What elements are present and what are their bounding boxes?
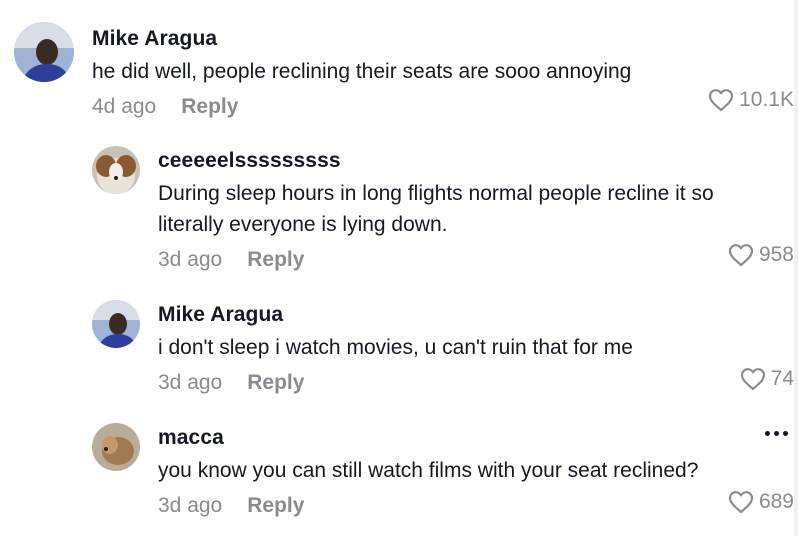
reply-item: macca you know you can still watch films…: [92, 423, 794, 520]
comment-username[interactable]: Mike Aragua: [158, 302, 794, 328]
comment-meta: 4d ago Reply: [92, 93, 794, 121]
comment-time: 3d ago: [158, 371, 223, 394]
reply-item: ceeeeelsssssssss During sleep hours in l…: [92, 146, 794, 274]
scrollbar-track[interactable]: [794, 0, 798, 536]
reply-item: Mike Aragua i don't sleep i watch movies…: [92, 300, 794, 397]
avatar[interactable]: [92, 300, 140, 348]
dot: [783, 431, 788, 436]
heart-outline-icon: [709, 89, 734, 112]
comment-time: 4d ago: [92, 95, 157, 118]
comment-meta: 3d ago Reply: [158, 246, 794, 274]
comments-panel: Mike Aragua he did well, people reclinin…: [0, 0, 798, 536]
like-button[interactable]: 958: [728, 243, 794, 267]
comment-text: you know you can still watch films with …: [158, 459, 699, 482]
comment-username[interactable]: ceeeeelsssssssss: [158, 148, 794, 174]
reply-button[interactable]: Reply: [247, 369, 304, 397]
comment-text-line: literally everyone is lying down.: [158, 213, 448, 236]
avatar[interactable]: [14, 22, 74, 82]
comment-username[interactable]: macca: [158, 425, 794, 451]
like-count: 689: [758, 490, 794, 513]
comment-body: Mike Aragua i don't sleep i watch movies…: [158, 300, 794, 397]
comment-text: During sleep hours in long flights norma…: [158, 178, 794, 240]
like-button[interactable]: 689: [728, 490, 794, 514]
like-button[interactable]: 10.1K: [708, 88, 794, 112]
reply-button[interactable]: Reply: [247, 246, 304, 274]
comment-body: ceeeeelsssssssss During sleep hours in l…: [158, 146, 794, 274]
heart-outline-icon: [728, 244, 754, 267]
like-count: 10.1K: [739, 88, 794, 111]
reply-button[interactable]: Reply: [247, 492, 304, 520]
reply-button[interactable]: Reply: [181, 93, 238, 121]
comment-body: macca you know you can still watch films…: [158, 423, 794, 520]
heart-outline-icon: [740, 368, 765, 391]
comment-time: 3d ago: [158, 494, 223, 517]
comment-item: Mike Aragua he did well, people reclinin…: [14, 22, 794, 121]
avatar[interactable]: [92, 423, 140, 471]
comment-body: Mike Aragua he did well, people reclinin…: [92, 22, 794, 121]
comment-meta: 3d ago Reply: [158, 492, 794, 520]
comment-meta: 3d ago Reply: [158, 369, 794, 397]
like-count: 958: [758, 243, 794, 266]
dot: [765, 431, 770, 436]
more-horizontal-icon[interactable]: [765, 431, 788, 436]
comment-time: 3d ago: [158, 248, 223, 271]
heart-outline-icon: [728, 491, 754, 514]
comment-text: i don't sleep i watch movies, u can't ru…: [158, 336, 633, 359]
avatar[interactable]: [92, 146, 140, 194]
like-count: 74: [770, 367, 794, 390]
dot: [774, 431, 779, 436]
comment-text-line: During sleep hours in long flights norma…: [158, 182, 714, 205]
comment-text: he did well, people reclining their seat…: [92, 60, 632, 83]
like-button[interactable]: 74: [740, 367, 794, 391]
comment-username[interactable]: Mike Aragua: [92, 26, 794, 52]
